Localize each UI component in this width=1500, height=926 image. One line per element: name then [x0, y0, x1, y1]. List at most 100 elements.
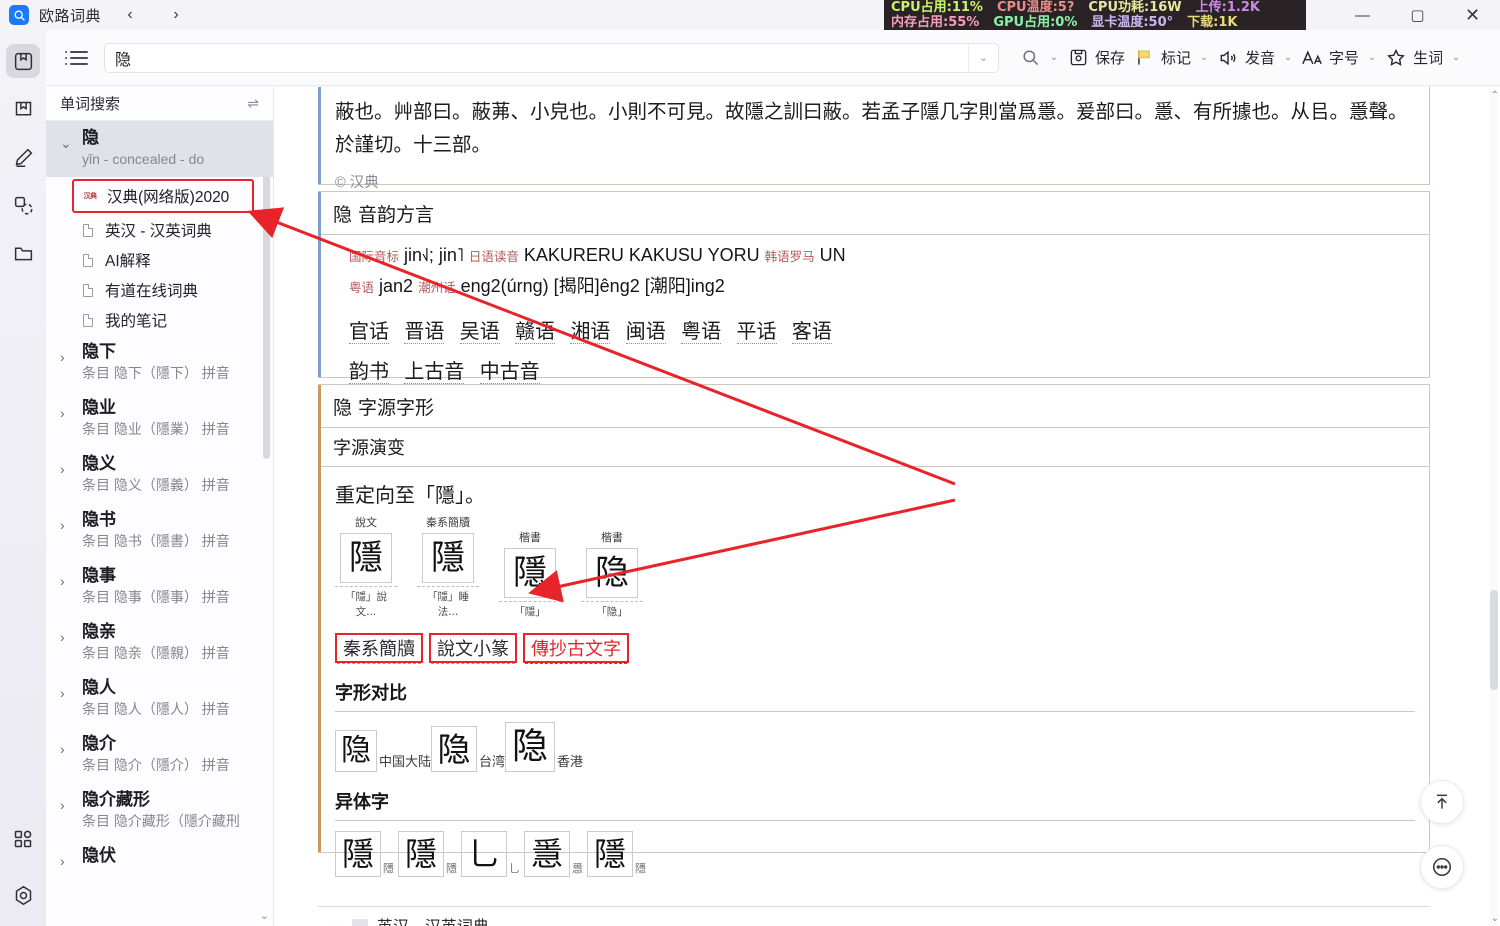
chevron-right-icon[interactable]: ›	[60, 405, 65, 421]
rail-pencil-icon[interactable]	[6, 140, 40, 174]
search-input[interactable]	[105, 43, 968, 72]
chevron-right-icon[interactable]: ›	[60, 797, 65, 813]
sidebar-dict-ai[interactable]: AI解释	[46, 245, 273, 275]
sidebar-item-word[interactable]: › 隐介藏形 条目 隐介藏形（隱介藏刑	[46, 783, 273, 839]
variant-item[interactable]: 㥯 㥯	[524, 831, 583, 877]
rail-shapes-icon[interactable]	[6, 188, 40, 222]
chevron-right-icon[interactable]: ›	[60, 573, 65, 589]
tab-qin-bamboo[interactable]: 秦系簡牘	[337, 636, 421, 664]
variant-item[interactable]: 隱 隱	[335, 831, 394, 877]
dialect-link-ganyu[interactable]: 赣语	[515, 319, 556, 344]
sidebar-dict-my-notes[interactable]: 我的笔记	[46, 305, 273, 335]
sidebar-scroll-down-icon[interactable]: ⌄	[260, 909, 269, 922]
sidebar-item-word[interactable]: › 隐业 条目 隐业（隱業） 拼音	[46, 391, 273, 447]
chevron-right-icon[interactable]: ›	[60, 461, 65, 477]
chevron-down-icon[interactable]: ⌄	[332, 917, 343, 926]
glyph-cell[interactable]: 秦系簡牘 隱 「隱」睡法...	[417, 514, 479, 619]
sidebar-item-word[interactable]: › 隐亲 条目 隐亲（隱親） 拼音	[46, 615, 273, 671]
scroll-to-top-button[interactable]	[1420, 780, 1464, 824]
dialect-link-keyu[interactable]: 客语	[791, 319, 832, 344]
sidebar-item-selected[interactable]: ⌄ 隐 yǐn - concealed - do	[46, 121, 273, 177]
sidebar-item-word[interactable]: › 隐下 条目 隐下（隱下） 拼音	[46, 335, 273, 391]
dialect-link-wuyu[interactable]: 吴语	[459, 319, 500, 344]
rhyme-link-yunshu[interactable]: 韵书	[349, 359, 389, 384]
sidebar-list[interactable]: ⌃ ⌄ 隐 yǐn - concealed - do 汉典 汉典(网络版)202…	[46, 121, 273, 926]
rhyme-link-shanggu[interactable]: 上古音	[404, 359, 465, 384]
new-word-button[interactable]: 生词	[1381, 41, 1447, 75]
rhyme-link-zhonggu[interactable]: 中古音	[479, 359, 540, 384]
chevron-right-icon[interactable]: ›	[60, 349, 65, 365]
variant-label: 乚	[509, 862, 520, 875]
search-box[interactable]: ⌄	[104, 42, 999, 73]
sidebar-item-word[interactable]: › 隐人 条目 隐人（隱人） 拼音	[46, 671, 273, 727]
new-word-chevron-down-icon[interactable]: ⌄	[1447, 52, 1465, 63]
chevron-right-icon[interactable]: ›	[60, 685, 65, 701]
rail-settings-gear-icon[interactable]	[6, 878, 40, 912]
mark-chevron-down-icon[interactable]: ⌄	[1195, 52, 1213, 63]
sidebar-item-word[interactable]: › 隐介 条目 隐介（隱介） 拼音	[46, 727, 273, 783]
dialect-link-minyu[interactable]: 闽语	[625, 319, 666, 344]
rail-apps-grid-icon[interactable]	[6, 822, 40, 856]
sidebar-dict-zdic[interactable]: 汉典 汉典(网络版)2020	[72, 179, 254, 213]
chevron-down-icon[interactable]: ⌄	[60, 135, 72, 152]
chevron-right-icon[interactable]: ›	[60, 517, 65, 533]
bottom-dictionary-row[interactable]: ⌄ 英汉 - 汉英词典	[318, 907, 1430, 926]
search-options-chevron-down-icon[interactable]: ⌄	[1045, 52, 1063, 63]
sidebar-entry-sub: 条目 隐亲（隱親） 拼音	[82, 645, 230, 661]
page-icon	[351, 919, 368, 926]
sidebar-dict-ec-ce[interactable]: 英汉 - 汉英词典	[46, 215, 273, 245]
sidebar-entry-word: 隐亲	[82, 622, 116, 641]
dialect-link-xiangyu[interactable]: 湘语	[570, 319, 611, 344]
chevron-right-icon[interactable]: ›	[60, 629, 65, 645]
sidebar-item-word[interactable]: › 隐义 条目 隐义（隱義） 拼音	[46, 447, 273, 503]
pronounce-label: 发音	[1245, 50, 1276, 67]
rail-dictionary-icon[interactable]	[6, 44, 40, 78]
search-history-chevron-down-icon[interactable]: ⌄	[968, 43, 998, 72]
close-button[interactable]: ✕	[1445, 0, 1500, 30]
sidebar-item-word[interactable]: › 隐书 条目 隐书（隱書） 拼音	[46, 503, 273, 559]
nav-forward-button[interactable]: ›	[161, 2, 191, 28]
tab-shuowen-seal[interactable]: 說文小篆	[431, 636, 515, 664]
font-size-chevron-down-icon[interactable]: ⌄	[1363, 52, 1381, 63]
sidebar-item-word[interactable]: › 隐伏	[46, 839, 273, 875]
font-size-button[interactable]: 字号	[1297, 41, 1363, 75]
phon-tag-teochew: 潮州话	[418, 281, 456, 295]
sidebar-switch-icon[interactable]: ⇌	[247, 95, 259, 112]
maximize-button[interactable]: ▢	[1390, 0, 1445, 30]
tab-transcribed-ancient[interactable]: 傳抄古文字	[525, 636, 627, 664]
chevron-right-icon[interactable]: ›	[60, 853, 65, 869]
variant-item[interactable]: 乚 乚	[461, 831, 520, 877]
dialect-link-pinghua[interactable]: 平话	[736, 319, 777, 344]
minimize-button[interactable]: —	[1335, 0, 1390, 30]
content-scroll-up-icon[interactable]: ⌃	[1491, 90, 1499, 101]
sidebar-item-word[interactable]: › 隐事 条目 隐事（隱事） 拼音	[46, 559, 273, 615]
list-menu-icon[interactable]	[62, 50, 96, 65]
pronounce-chevron-down-icon[interactable]: ⌄	[1279, 52, 1297, 63]
compare-glyph: 隐	[335, 730, 377, 772]
rail-book-icon[interactable]	[6, 92, 40, 126]
glyph-cell[interactable]: 說文 隱 「隱」說文...	[335, 514, 397, 619]
content-scrollbar[interactable]	[1490, 90, 1498, 926]
dialect-link-jinyu[interactable]: 晋语	[404, 319, 445, 344]
content-area[interactable]: 蔽也。艸部曰。蔽茀、小皃也。小則不可見。故隱之訓曰蔽。若孟子隱几字則當爲㥯。爰部…	[274, 87, 1500, 926]
glyph-cell[interactable]: 楷書 隐 「隐」	[581, 529, 643, 619]
rail-folder-icon[interactable]	[6, 236, 40, 270]
dialect-link-guanhua[interactable]: 官话	[349, 319, 389, 344]
variant-item[interactable]: 隱 隱	[398, 831, 457, 877]
dialect-link-yueyu[interactable]: 粤语	[681, 319, 722, 344]
chevron-right-icon[interactable]: ›	[60, 741, 65, 757]
sidebar-dict-youdao[interactable]: 有道在线词典	[46, 275, 273, 305]
content-scroll-down-icon[interactable]: ⌄	[1491, 913, 1499, 924]
tab-qin-bamboo-highlight: 秦系簡牘	[335, 633, 423, 664]
glyph-cell[interactable]: 楷書 隱 「隱」	[499, 529, 561, 619]
more-options-button[interactable]	[1420, 845, 1464, 889]
content-scrollbar-thumb[interactable]	[1490, 590, 1498, 690]
variant-item[interactable]: 隱 隱	[587, 831, 646, 877]
pronounce-button[interactable]: 发音	[1213, 41, 1279, 75]
card-accent-bar	[318, 192, 321, 377]
save-button[interactable]: 保存	[1063, 41, 1129, 75]
mark-button[interactable]: 标记	[1129, 41, 1195, 75]
nav-back-button[interactable]: ‹	[115, 2, 145, 28]
bottom-dictionary-card[interactable]: ⌄ 英汉 - 汉英词典	[318, 906, 1430, 926]
search-magnifier-icon[interactable]	[1015, 41, 1045, 75]
